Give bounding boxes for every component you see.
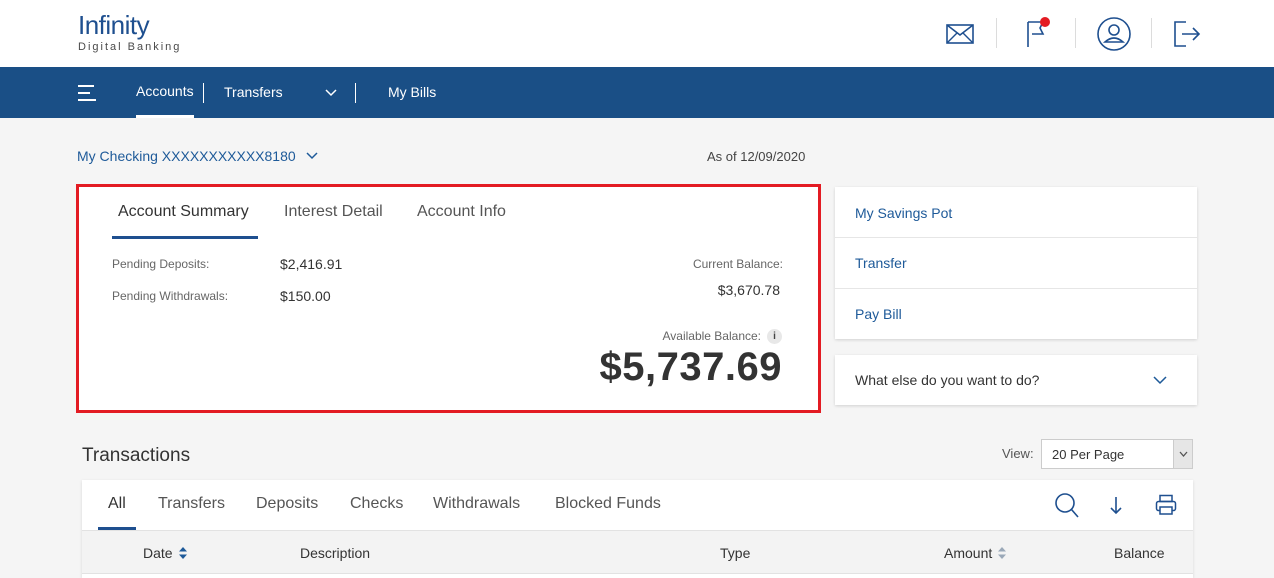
nav-my-bills[interactable]: My Bills <box>388 67 436 118</box>
quick-link-pay-bill[interactable]: Pay Bill <box>835 289 1197 339</box>
pending-deposits-value: $2,416.91 <box>280 256 343 272</box>
tab-interest-detail[interactable]: Interest Detail <box>284 203 383 221</box>
quick-link-transfer[interactable]: Transfer <box>835 238 1197 288</box>
tab-all[interactable]: All <box>108 495 126 513</box>
column-date[interactable]: Date <box>143 545 188 561</box>
account-summary-card: Account Summary Interest Detail Account … <box>76 184 821 413</box>
per-page-select[interactable]: 20 Per Page <box>1041 439 1193 469</box>
chevron-down-icon[interactable] <box>325 67 337 118</box>
available-balance-label: Available Balance: <box>662 329 761 343</box>
current-balance-label: Current Balance: <box>692 257 783 271</box>
main-nav: Accounts Transfers My Bills <box>0 67 1274 118</box>
brand-logo[interactable]: Infinity Digital Banking <box>78 10 181 53</box>
available-balance-row: Available Balance: i <box>662 329 782 345</box>
transactions-table-header: Date Description Type Amount Balance <box>82 531 1193 574</box>
tab-blocked-funds[interactable]: Blocked Funds <box>555 495 661 513</box>
available-balance-value: $5,737.69 <box>599 345 782 389</box>
per-page-value: 20 Per Page <box>1052 447 1125 462</box>
column-amount-label: Amount <box>944 545 993 561</box>
view-label: View: <box>1002 446 1034 461</box>
column-amount[interactable]: Amount <box>944 545 1007 561</box>
select-arrow-icon <box>1173 440 1192 468</box>
logout-icon[interactable] <box>1167 14 1207 54</box>
menu-icon[interactable] <box>78 83 98 103</box>
what-else-dropdown[interactable]: What else do you want to do? <box>835 355 1197 405</box>
sort-icon <box>178 547 187 559</box>
flag-icon[interactable] <box>1018 14 1058 54</box>
current-balance-value: $3,670.78 <box>717 282 780 298</box>
nav-transfers[interactable]: Transfers <box>224 67 283 118</box>
tab-deposits[interactable]: Deposits <box>256 495 318 513</box>
header-divider <box>1151 18 1152 48</box>
tab-withdrawals[interactable]: Withdrawals <box>433 495 520 513</box>
info-icon[interactable]: i <box>767 329 782 345</box>
pending-withdrawals-value: $150.00 <box>280 288 331 304</box>
column-balance: Balance <box>1114 545 1165 561</box>
nav-divider <box>203 83 204 103</box>
pending-withdrawals-label: Pending Withdrawals: <box>112 289 229 303</box>
what-else-label: What else do you want to do? <box>855 372 1040 388</box>
transactions-card: All Transfers Deposits Checks Withdrawal… <box>82 480 1193 578</box>
search-icon[interactable] <box>1054 492 1080 525</box>
download-icon[interactable] <box>1109 496 1123 521</box>
as-of-date: As of 12/09/2020 <box>707 149 806 164</box>
chevron-down-icon <box>1153 372 1167 390</box>
user-icon[interactable] <box>1094 14 1134 54</box>
print-icon[interactable] <box>1155 494 1177 521</box>
pending-deposits-label: Pending Deposits: <box>112 257 210 271</box>
transactions-title: Transactions <box>82 445 191 466</box>
nav-divider <box>355 83 356 103</box>
tab-account-summary[interactable]: Account Summary <box>118 203 249 221</box>
sort-icon <box>998 547 1007 559</box>
brand-tagline: Digital Banking <box>78 41 182 53</box>
nav-accounts[interactable]: Accounts <box>136 67 194 118</box>
account-name: My Checking XXXXXXXXXXX8180 <box>77 148 296 164</box>
top-header: Infinity Digital Banking <box>0 0 1274 67</box>
header-divider <box>996 18 997 48</box>
column-date-label: Date <box>143 545 173 561</box>
column-type: Type <box>720 545 751 561</box>
active-tab-indicator <box>112 236 258 239</box>
tab-transfers[interactable]: Transfers <box>158 495 225 513</box>
column-description: Description <box>300 545 371 561</box>
header-divider <box>1075 18 1076 48</box>
tab-account-info[interactable]: Account Info <box>417 203 506 221</box>
tab-checks[interactable]: Checks <box>350 495 403 513</box>
chevron-down-icon <box>306 152 318 160</box>
account-selector[interactable]: My Checking XXXXXXXXXXX8180 <box>77 148 318 164</box>
quick-links-card: My Savings Pot Transfer Pay Bill <box>835 187 1197 339</box>
mail-icon[interactable] <box>940 14 980 54</box>
quick-link-savings-pot[interactable]: My Savings Pot <box>835 188 1197 238</box>
notification-dot <box>1040 17 1050 27</box>
brand-name: Infinity <box>78 10 150 40</box>
